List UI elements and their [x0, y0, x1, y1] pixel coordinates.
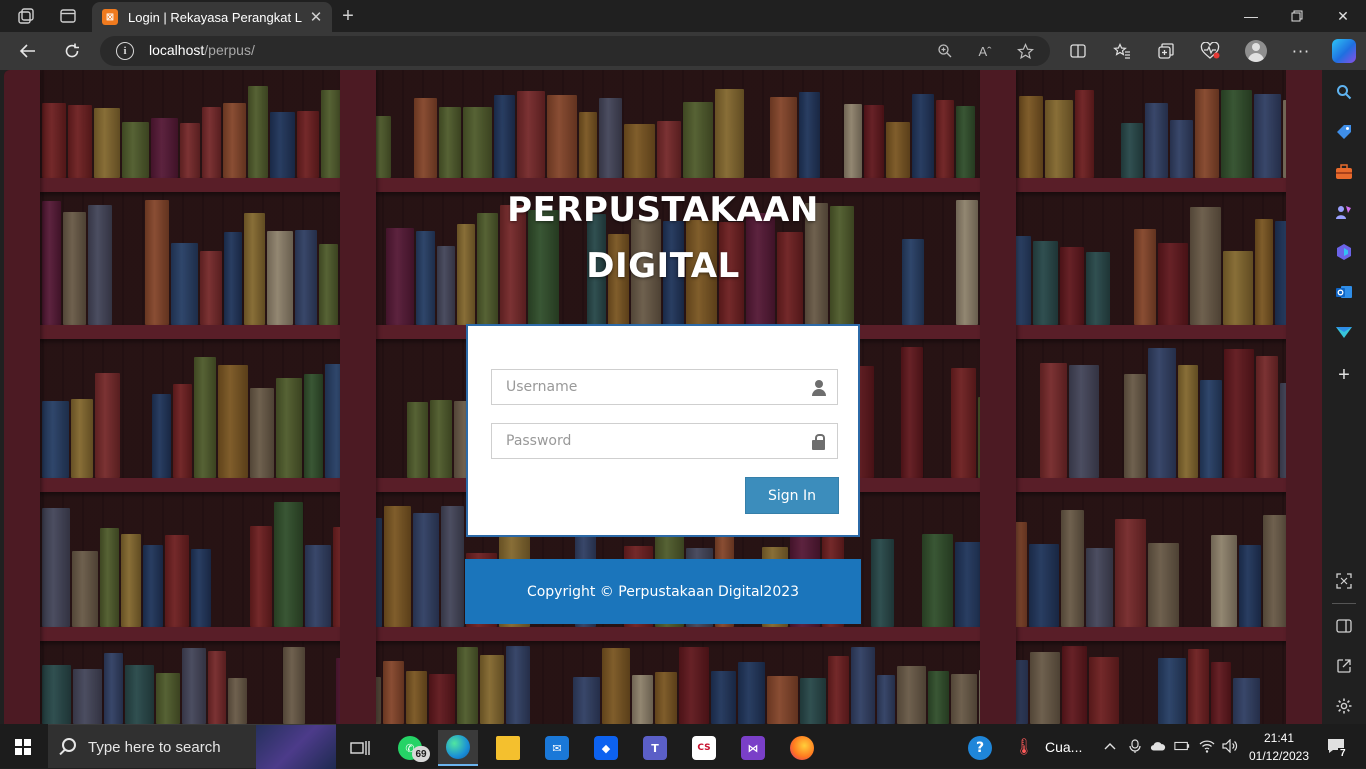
- workspaces-icon[interactable]: [14, 4, 38, 28]
- task-view-icon[interactable]: [340, 730, 380, 766]
- split-screen-icon[interactable]: [1066, 40, 1090, 62]
- page-background-bookshelf: PERPUSTAKAAN DIGITAL Username Password S…: [4, 70, 1322, 724]
- copilot-icon[interactable]: [1332, 39, 1356, 63]
- password-placeholder: Password: [506, 433, 572, 449]
- search-icon[interactable]: [1334, 82, 1354, 102]
- refresh-icon[interactable]: [58, 38, 86, 64]
- taskbar-search-placeholder: Type here to search: [88, 739, 221, 756]
- browser-essentials-icon[interactable]: [1198, 40, 1222, 62]
- file-explorer-icon[interactable]: [488, 730, 528, 766]
- screenshot-icon[interactable]: [1334, 571, 1354, 591]
- url-text[interactable]: localhost/perpus/: [149, 42, 255, 58]
- notification-count: 7: [1338, 748, 1348, 759]
- open-external-icon[interactable]: [1334, 656, 1354, 676]
- new-tab-icon[interactable]: +: [336, 4, 360, 28]
- windows-taskbar: Type here to search ✆ 69 ✉ ◆ T CS ⋈ ? 🌡 …: [0, 724, 1366, 769]
- collections-icon[interactable]: [1154, 40, 1178, 62]
- taskbar-search-box[interactable]: Type here to search: [48, 724, 336, 769]
- weather-text[interactable]: Cua...: [1045, 739, 1082, 755]
- search-icon: [62, 738, 76, 752]
- close-window-button[interactable]: ✕: [1320, 0, 1366, 32]
- tab-actions-icon[interactable]: [56, 4, 80, 28]
- onedrive-cloud-icon[interactable]: [1150, 738, 1166, 754]
- close-tab-icon[interactable]: ✕: [308, 8, 324, 26]
- password-input[interactable]: Password: [491, 423, 838, 459]
- battery-plug-icon[interactable]: [1174, 738, 1190, 754]
- windows-start-icon[interactable]: [15, 739, 31, 755]
- user-icon: [811, 380, 827, 396]
- restore-button[interactable]: [1274, 0, 1320, 32]
- back-arrow-icon[interactable]: [14, 38, 42, 64]
- meet-now-icon[interactable]: [1127, 738, 1143, 754]
- add-icon[interactable]: +: [1334, 364, 1354, 386]
- profile-avatar[interactable]: [1245, 40, 1267, 62]
- games-icon[interactable]: [1334, 202, 1354, 222]
- copyright-text: Copyright © Perpustakaan Digital2023: [526, 583, 800, 600]
- tab-login[interactable]: ⊠ Login | Rekayasa Perangkat Lunak ✕: [92, 2, 332, 32]
- outlook-icon[interactable]: [1334, 282, 1354, 302]
- copyright-footer: Copyright © Perpustakaan Digital2023: [465, 559, 861, 624]
- clock-time[interactable]: 21:41: [1250, 731, 1308, 745]
- favorites-icon[interactable]: [1110, 40, 1134, 62]
- more-options-icon[interactable]: ···: [1289, 40, 1313, 62]
- browser-title-bar: ⊠ Login | Rekayasa Perangkat Lunak ✕ + —…: [0, 0, 1366, 32]
- search-highlight-image: [256, 725, 336, 769]
- edge-browser-icon[interactable]: [438, 730, 478, 766]
- clock-date[interactable]: 01/12/2023: [1246, 749, 1312, 763]
- address-bar[interactable]: i localhost/perpus/ Aˆ: [100, 36, 1050, 66]
- help-icon[interactable]: ?: [960, 730, 1000, 766]
- shopping-tag-icon[interactable]: [1334, 122, 1354, 142]
- wifi-icon[interactable]: [1199, 738, 1215, 754]
- visual-studio-icon[interactable]: ⋈: [733, 730, 773, 766]
- weather-thermometer-icon[interactable]: 🌡: [1014, 737, 1034, 756]
- whatsapp-icon[interactable]: ✆ 69: [390, 730, 430, 766]
- drop-icon[interactable]: [1334, 322, 1354, 342]
- sign-in-button[interactable]: Sign In: [745, 477, 839, 514]
- lock-icon: [811, 434, 827, 450]
- firefox-icon[interactable]: [782, 730, 822, 766]
- login-form: Username Password Sign In: [466, 324, 860, 537]
- hide-sidebar-icon[interactable]: [1334, 616, 1354, 636]
- tools-icon[interactable]: [1334, 162, 1354, 182]
- xampp-favicon-icon: ⊠: [102, 9, 118, 25]
- browser-toolbar: i localhost/perpus/ Aˆ ···: [0, 32, 1366, 70]
- cisco-packet-tracer-icon[interactable]: CS: [684, 730, 724, 766]
- username-placeholder: Username: [506, 379, 578, 395]
- show-hidden-icons-chevron-icon[interactable]: [1102, 738, 1118, 754]
- microsoft-365-icon[interactable]: [1334, 242, 1354, 262]
- minimize-button[interactable]: —: [1228, 0, 1274, 32]
- username-input[interactable]: Username: [491, 369, 838, 405]
- sidebar-divider: [1332, 603, 1356, 604]
- teams-icon[interactable]: T: [635, 730, 675, 766]
- dropbox-icon[interactable]: ◆: [586, 730, 626, 766]
- page-title-line-2: DIGITAL: [586, 246, 740, 286]
- page-title-line-1: PERPUSTAKAAN: [507, 190, 819, 230]
- volume-icon[interactable]: [1222, 738, 1238, 754]
- mail-icon[interactable]: ✉: [537, 730, 577, 766]
- tab-title: Login | Rekayasa Perangkat Lunak: [128, 9, 302, 25]
- edge-sidebar: +: [1322, 70, 1366, 724]
- settings-icon[interactable]: [1334, 696, 1354, 716]
- read-aloud-icon[interactable]: Aˆ: [974, 41, 996, 61]
- site-info-icon[interactable]: i: [116, 42, 134, 60]
- favorite-star-icon[interactable]: [1014, 41, 1036, 61]
- whatsapp-badge: 69: [412, 746, 430, 762]
- zoom-icon[interactable]: [934, 41, 956, 61]
